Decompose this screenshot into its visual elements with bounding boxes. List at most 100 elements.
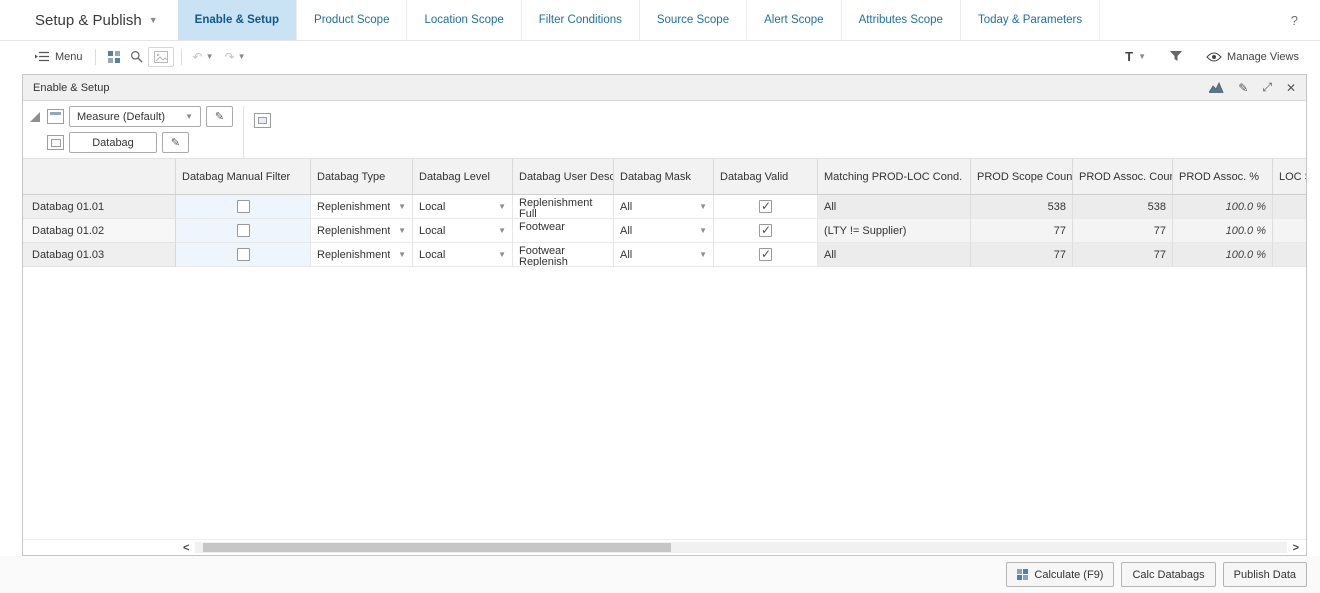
edit-measure-button[interactable]: ✎: [206, 106, 233, 127]
chevron-down-icon: ▼: [398, 202, 406, 211]
scrollbar-thumb[interactable]: [203, 543, 672, 552]
chevron-down-icon: ▼: [498, 250, 506, 259]
redo-button[interactable]: ↷: [225, 50, 235, 64]
databag-level-value: Local: [419, 224, 446, 237]
row-header[interactable]: Databag 01.02: [23, 219, 176, 243]
databag-grid: Databag Manual Filter Databag Type Databag…: [23, 159, 1306, 555]
column-header-databag-user-descr[interactable]: Databag User Descr.: [513, 159, 614, 194]
row-header[interactable]: Databag 01.03: [23, 243, 176, 267]
horizontal-scrollbar[interactable]: < >: [23, 539, 1306, 555]
tab-enable-setup[interactable]: Enable & Setup: [177, 0, 298, 40]
tab-attributes-scope[interactable]: Attributes Scope: [842, 0, 961, 40]
databag-mask-select[interactable]: All ▼: [614, 219, 714, 243]
publish-data-label: Publish Data: [1233, 568, 1296, 581]
databag-user-descr-cell[interactable]: Footwear Replenish: [513, 243, 614, 267]
databag-user-descr-cell[interactable]: Replenishment Full: [513, 195, 614, 219]
calc-databags-label: Calc Databags: [1132, 568, 1205, 581]
filter-button[interactable]: [1165, 48, 1187, 65]
undo-history-caret[interactable]: ▼: [206, 52, 214, 61]
prod-assoc-pct-cell: 100.0 %: [1173, 195, 1273, 219]
close-icon[interactable]: ✕: [1286, 81, 1296, 95]
databag-valid-cell: [714, 219, 818, 243]
databag-level-value: Local: [419, 248, 446, 261]
databag-dimension-button[interactable]: Databag: [69, 132, 157, 153]
databag-level-select[interactable]: Local ▼: [413, 243, 513, 267]
chart-icon[interactable]: [1209, 82, 1224, 93]
search-icon: [130, 50, 143, 63]
tab-today-parameters[interactable]: Today & Parameters: [961, 0, 1101, 40]
databag-type-value: Replenishment: [317, 200, 391, 213]
redo-history-caret[interactable]: ▼: [238, 52, 246, 61]
tab-location-scope[interactable]: Location Scope: [407, 0, 522, 40]
databag-valid-checkbox[interactable]: [759, 223, 772, 237]
calculate-button[interactable]: Calculate (F9): [1006, 562, 1115, 587]
content-area-icon[interactable]: [254, 113, 271, 128]
databag-level-select[interactable]: Local ▼: [413, 195, 513, 219]
image-button[interactable]: [147, 46, 174, 67]
databag-manual-filter-checkbox[interactable]: [236, 200, 250, 213]
grid-body: Databag 01.01 Replenishment ▼ Local ▼ Repleni…: [23, 195, 1306, 539]
column-header-loc-scope[interactable]: LOC Sc: [1273, 159, 1306, 194]
titlebar: Setup & Publish ▼ Enable & Setup Product …: [0, 0, 1320, 41]
page-title[interactable]: Setup & Publish ▼: [35, 0, 158, 40]
databag-user-descr-cell[interactable]: Footwear: [513, 219, 614, 243]
row-header[interactable]: Databag 01.01: [23, 195, 176, 219]
manage-views-button[interactable]: Manage Views: [1201, 48, 1304, 66]
databag-level-select[interactable]: Local ▼: [413, 219, 513, 243]
column-header-databag-valid[interactable]: Databag Valid: [714, 159, 818, 194]
detach-window-icon[interactable]: ⤢: [1262, 80, 1272, 95]
help-icon[interactable]: ?: [1291, 13, 1298, 28]
prod-scope-count-cell: 77: [971, 219, 1073, 243]
databag-axis-icon[interactable]: [47, 135, 64, 150]
scrollbar-track[interactable]: [195, 542, 1287, 553]
prod-assoc-pct-cell: 100.0 %: [1173, 219, 1273, 243]
column-header-matching-prod-loc-cond[interactable]: Matching PROD-LOC Cond.: [818, 159, 971, 194]
menu-button[interactable]: Menu: [30, 48, 88, 66]
chevron-down-icon: ▼: [148, 15, 158, 25]
column-header-databag-mask[interactable]: Databag Mask: [614, 159, 714, 194]
tab-filter-conditions[interactable]: Filter Conditions: [522, 0, 640, 40]
measure-axis-icon[interactable]: [47, 109, 64, 124]
grid-view-button[interactable]: [103, 48, 125, 66]
prod-assoc-count-cell: 538: [1073, 195, 1173, 219]
databag-valid-checkbox[interactable]: [759, 199, 772, 213]
search-button[interactable]: [125, 47, 148, 66]
tab-alert-scope[interactable]: Alert Scope: [747, 0, 842, 40]
chevron-down-icon: ▼: [398, 226, 406, 235]
toolbar-separator: [180, 48, 182, 65]
column-header-databag-manual-filter[interactable]: Databag Manual Filter: [176, 159, 311, 194]
prod-assoc-pct-cell: 100.0 %: [1173, 243, 1273, 267]
databag-type-select[interactable]: Replenishment ▼: [311, 195, 413, 219]
undo-button[interactable]: ↶: [193, 50, 203, 64]
databag-manual-filter-checkbox[interactable]: [236, 224, 250, 237]
tab-source-scope[interactable]: Source Scope: [640, 0, 748, 40]
grid-row: Databag 01.02 Replenishment ▼ Local ▼ Footwea…: [23, 219, 1306, 243]
enable-setup-panel: Enable & Setup ✎ ⤢ ✕ Measure (Default) ▼…: [22, 74, 1307, 556]
column-header-prod-scope-count[interactable]: PROD Scope Count: [971, 159, 1073, 194]
databag-type-select[interactable]: Replenishment ▼: [311, 219, 413, 243]
calc-databags-button[interactable]: Calc Databags: [1121, 562, 1216, 587]
scroll-right-arrow[interactable]: >: [1290, 542, 1302, 554]
collapse-pivot-icon[interactable]: [30, 112, 40, 125]
application-window: Setup & Publish ▼ Enable & Setup Product …: [0, 0, 1320, 593]
column-header-prod-assoc-count[interactable]: PROD Assoc. Count: [1073, 159, 1173, 194]
format-measure-button[interactable]: T ▼: [1120, 46, 1151, 67]
edit-databag-button[interactable]: ✎: [162, 132, 189, 153]
menu-label: Menu: [55, 50, 83, 63]
tab-product-scope[interactable]: Product Scope: [297, 0, 408, 40]
calculate-grid-icon: [1017, 569, 1029, 580]
databag-mask-select[interactable]: All ▼: [614, 195, 714, 219]
publish-data-button[interactable]: Publish Data: [1222, 562, 1307, 587]
databag-valid-cell: [714, 243, 818, 267]
measure-selector[interactable]: Measure (Default) ▼: [69, 106, 201, 127]
databag-mask-select[interactable]: All ▼: [614, 243, 714, 267]
column-header-databag-level[interactable]: Databag Level: [413, 159, 513, 194]
databag-manual-filter-checkbox[interactable]: [236, 248, 250, 261]
databag-type-select[interactable]: Replenishment ▼: [311, 243, 413, 267]
databag-type-value: Replenishment: [317, 248, 391, 261]
scroll-left-arrow[interactable]: <: [180, 542, 192, 554]
column-header-databag-type[interactable]: Databag Type: [311, 159, 413, 194]
column-header-prod-assoc-pct[interactable]: PROD Assoc. %: [1173, 159, 1273, 194]
databag-valid-checkbox[interactable]: [759, 247, 772, 261]
edit-pencil-icon[interactable]: ✎: [1238, 81, 1248, 95]
